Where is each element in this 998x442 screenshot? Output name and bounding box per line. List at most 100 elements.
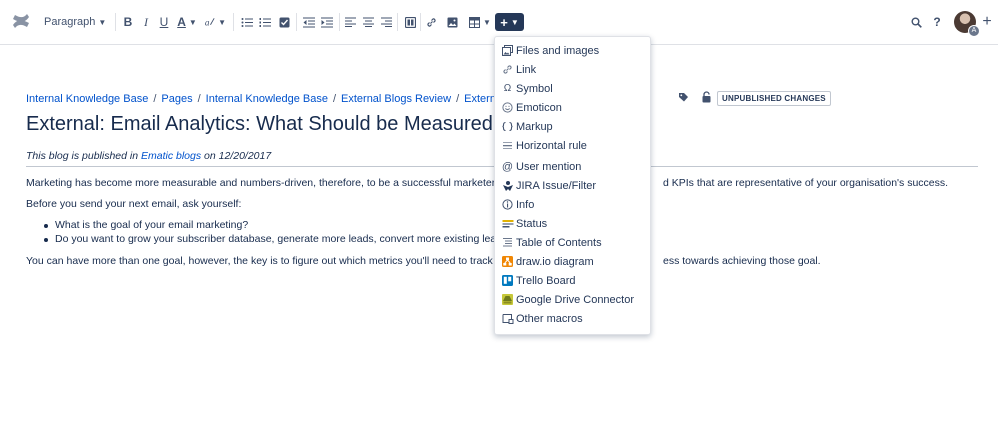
chevron-down-icon: ▼ xyxy=(510,17,519,27)
menu-item-drawio-diagram[interactable]: draw.io diagram xyxy=(495,252,650,271)
label-icon[interactable] xyxy=(678,92,689,103)
menu-item-other-macros[interactable]: Other macros xyxy=(495,309,650,328)
blog-meta-line[interactable]: This blog is published in Ematic blogs o… xyxy=(26,150,271,162)
menu-item-label: Emoticon xyxy=(516,101,562,114)
omega-icon: Ω xyxy=(503,83,512,94)
list-bullet xyxy=(44,238,48,242)
list-item[interactable]: What is the goal of your email marketing… xyxy=(55,219,248,231)
bullet-list-button[interactable] xyxy=(240,12,254,32)
image-icon xyxy=(447,17,457,27)
outdent-button[interactable] xyxy=(302,12,316,32)
markup-icon xyxy=(501,120,514,133)
toolbar-divider xyxy=(339,13,340,31)
list-item[interactable]: Do you want to grow your subscriber data… xyxy=(55,233,521,245)
menu-item-info[interactable]: Info xyxy=(495,195,650,214)
confluence-logo-icon[interactable] xyxy=(11,11,31,31)
paragraph-1[interactable]: Marketing has become more measurable and… xyxy=(26,177,526,189)
unpublished-changes-badge[interactable]: UNPUBLISHED CHANGES xyxy=(717,91,831,106)
menu-item-label: Trello Board xyxy=(516,274,576,287)
insert-image-button[interactable] xyxy=(445,12,459,32)
help-button[interactable]: ? xyxy=(930,12,944,32)
paragraph-3-continued[interactable]: ess towards achieving those goal. xyxy=(663,255,821,267)
menu-item-jira-issue-filter[interactable]: JIRA Issue/Filter xyxy=(495,176,650,195)
toolbar-divider xyxy=(296,13,297,31)
insert-more-button[interactable]: + ▼ xyxy=(495,13,524,31)
menu-item-status[interactable]: Status xyxy=(495,214,650,233)
insert-link-button[interactable] xyxy=(424,12,438,32)
drawio-icon xyxy=(501,255,514,268)
align-center-button[interactable] xyxy=(361,12,375,32)
lock-icon[interactable] xyxy=(701,91,712,103)
menu-item-link[interactable]: Link xyxy=(495,60,650,79)
italic-button[interactable]: I xyxy=(139,12,153,32)
toolbar-divider xyxy=(420,13,421,31)
add-collaborator-button[interactable]: + xyxy=(980,12,994,32)
align-left-icon xyxy=(344,17,356,27)
menu-item-trello-board[interactable]: Trello Board xyxy=(495,271,650,290)
align-right-icon xyxy=(380,17,392,27)
breadcrumb-item[interactable]: External Blogs Review xyxy=(341,93,451,105)
menu-item-label: Table of Contents xyxy=(516,236,602,249)
link-icon xyxy=(501,63,514,76)
menu-item-horizontal-rule[interactable]: Horizontal rule xyxy=(495,136,650,155)
menu-item-emoticon[interactable]: Emoticon xyxy=(495,98,650,117)
meta-blog-link[interactable]: Ematic blogs xyxy=(141,150,201,162)
list-bullet xyxy=(44,224,48,228)
breadcrumb-separator: / xyxy=(332,93,337,105)
text-formatting-icon: a xyxy=(205,18,215,28)
paragraph-1-continued[interactable]: d KPIs that are representative of your o… xyxy=(663,177,948,189)
paragraph-3[interactable]: You can have more than one goal, however… xyxy=(26,255,522,267)
chevron-down-icon: ▼ xyxy=(98,17,107,27)
trello-icon xyxy=(501,274,514,287)
menu-item-label: Files and images xyxy=(516,44,600,57)
bullet-list-icon xyxy=(241,17,253,27)
menu-item-google-drive-connector[interactable]: Google Drive Connector xyxy=(495,290,650,309)
align-center-icon xyxy=(362,17,374,27)
align-right-button[interactable] xyxy=(379,12,393,32)
breadcrumb-item[interactable]: Internal Knowledge Base xyxy=(206,93,328,105)
table-icon xyxy=(469,16,481,28)
google-drive-icon xyxy=(501,293,514,306)
insert-more-menu: Files and images Link Ω Symbol Emoticon … xyxy=(494,36,651,335)
paragraph-2[interactable]: Before you send your next email, ask you… xyxy=(26,198,241,210)
page-title[interactable]: External: Email Analytics: What Should b… xyxy=(26,113,493,136)
paragraph-style-label: Paragraph xyxy=(44,16,96,28)
menu-item-symbol[interactable]: Ω Symbol xyxy=(495,79,650,98)
menu-item-label: JIRA Issue/Filter xyxy=(516,179,597,192)
page-layout-button[interactable] xyxy=(403,12,417,32)
chevron-down-icon: ▼ xyxy=(218,17,226,27)
find-replace-button[interactable] xyxy=(909,12,923,32)
bold-button[interactable]: B xyxy=(121,12,135,32)
plus-icon: + xyxy=(500,14,508,30)
underline-button[interactable]: U xyxy=(157,12,171,32)
numbered-list-icon xyxy=(259,17,271,27)
chevron-down-icon: ▼ xyxy=(483,17,491,27)
toolbar-divider xyxy=(397,13,398,31)
meta-suffix: on 12/20/2017 xyxy=(204,150,272,162)
toolbar-divider xyxy=(233,13,234,31)
menu-item-markup[interactable]: Markup xyxy=(495,117,650,136)
menu-item-files-and-images[interactable]: Files and images xyxy=(495,41,650,60)
paragraph-style-dropdown[interactable]: Paragraph ▼ xyxy=(44,12,106,32)
menu-item-user-mention[interactable]: @ User mention xyxy=(495,157,650,176)
menu-item-table-of-contents[interactable]: Table of Contents xyxy=(495,233,650,252)
breadcrumb: Internal Knowledge Base / Pages / Internal K… xyxy=(26,93,538,105)
indent-button[interactable] xyxy=(320,12,334,32)
align-left-button[interactable] xyxy=(343,12,357,32)
menu-item-label: Status xyxy=(516,217,548,230)
avatar-badge: A xyxy=(968,25,980,37)
menu-item-label: User mention xyxy=(516,160,582,173)
numbered-list-button[interactable] xyxy=(258,12,272,32)
task-list-button[interactable] xyxy=(277,12,291,32)
text-formatting-more-button[interactable]: a ▼ xyxy=(204,12,226,32)
toolbar-divider xyxy=(115,13,116,31)
text-color-icon: A xyxy=(177,15,186,29)
smiley-icon xyxy=(501,101,514,114)
macro-icon xyxy=(501,312,514,325)
breadcrumb-item[interactable]: Internal Knowledge Base xyxy=(26,93,148,105)
text-color-button[interactable]: A ▼ xyxy=(176,12,198,32)
breadcrumb-separator: / xyxy=(456,93,460,105)
layout-icon xyxy=(404,16,416,28)
breadcrumb-item[interactable]: Pages xyxy=(161,93,192,105)
insert-table-button[interactable]: ▼ xyxy=(469,12,491,32)
